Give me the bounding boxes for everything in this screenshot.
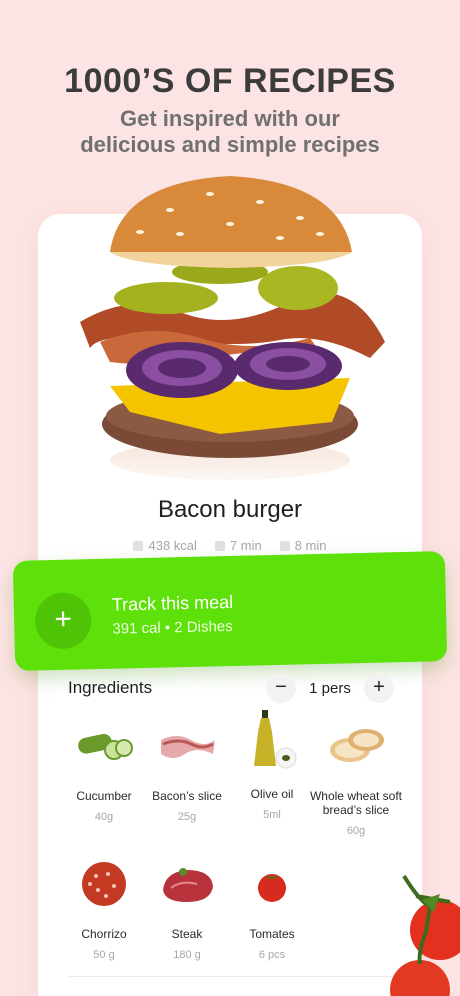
increase-servings-button[interactable]: + bbox=[363, 673, 394, 703]
chorizo-icon bbox=[82, 862, 126, 906]
hero-subtitle-line2: delicious and simple recipes bbox=[80, 132, 380, 157]
ingredient-amount: 60g bbox=[346, 825, 366, 837]
hero-title: 1000’S OF RECIPES bbox=[64, 62, 396, 100]
bacon-icon bbox=[161, 736, 215, 758]
tomato-decoration bbox=[390, 874, 460, 996]
prep-time-meta: 7 min bbox=[214, 538, 262, 553]
flame-icon bbox=[133, 541, 144, 551]
pot-icon bbox=[279, 541, 290, 551]
bowl-icon bbox=[214, 541, 225, 551]
calories-value: 438 kcal bbox=[148, 538, 197, 553]
dish-meta: 438 kcal 7 min 8 min bbox=[0, 538, 460, 553]
tomato-icon bbox=[258, 874, 286, 902]
ingredient-amount: 6 pcs bbox=[258, 949, 286, 961]
ingredient-item[interactable]: Tomates 6 pcs bbox=[222, 860, 322, 961]
burger-image bbox=[70, 176, 390, 492]
track-meal-title: Track this meal bbox=[111, 591, 234, 615]
plus-icon[interactable]: + bbox=[34, 592, 92, 650]
olive-oil-icon bbox=[254, 710, 297, 769]
cucumber-icon bbox=[78, 733, 133, 760]
steak-icon bbox=[163, 868, 213, 902]
bread-icon bbox=[330, 729, 384, 762]
servings-value: 1 pers bbox=[309, 679, 351, 697]
prep-time-value: 7 min bbox=[229, 538, 262, 553]
track-meal-subtitle: 391 cal • 2 Dishes bbox=[112, 617, 233, 638]
track-meal-banner[interactable]: + Track this meal 391 cal • 2 Dishes bbox=[12, 551, 448, 671]
ingredient-name: Tomates bbox=[249, 927, 295, 941]
divider bbox=[68, 976, 392, 977]
hero-subtitle-line1: Get inspired with our bbox=[119, 106, 340, 131]
ingredient-item[interactable]: Whole wheat soft bread’s slice 60g bbox=[306, 722, 406, 837]
cook-time-value: 8 min bbox=[294, 538, 327, 553]
servings-stepper: − 1 pers + bbox=[266, 673, 394, 703]
cook-time-meta: 8 min bbox=[279, 538, 327, 553]
decrease-servings-button[interactable]: − bbox=[266, 673, 296, 703]
ingredients-heading: Ingredients bbox=[68, 678, 153, 697]
ingredient-name: Whole wheat soft bread’s slice bbox=[309, 789, 403, 817]
hero-subtitle: Get inspired with our delicious and simp… bbox=[0, 106, 460, 158]
dish-title: Bacon burger bbox=[157, 496, 303, 523]
calories-meta: 438 kcal bbox=[133, 538, 197, 553]
